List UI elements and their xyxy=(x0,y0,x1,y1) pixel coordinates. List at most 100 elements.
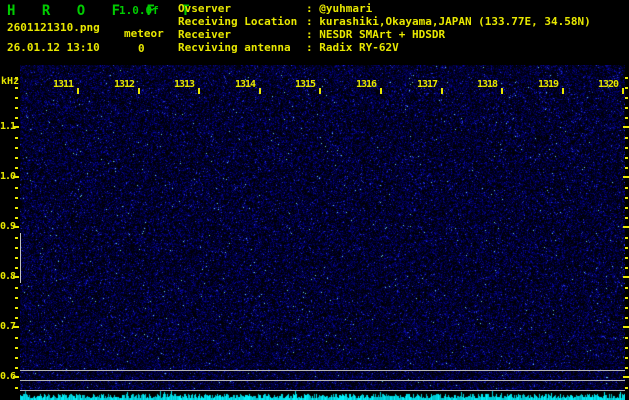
y-minor-tick-left xyxy=(15,287,18,289)
observer-info-block: Ovserver : @yuhmari Receiving Location : ku… xyxy=(178,2,591,54)
reference-line-2 xyxy=(20,380,625,381)
y-minor-tick-right xyxy=(625,257,628,259)
y-minor-tick-right xyxy=(625,217,628,219)
hrofft-screen: H R O F F T 1.0.0f 2601121310.png meteor… xyxy=(0,0,629,400)
y-minor-tick-left xyxy=(15,357,18,359)
y-minor-tick-left xyxy=(15,187,18,189)
y-major-tick-right xyxy=(623,276,629,278)
y-minor-tick-left xyxy=(15,97,18,99)
y-minor-tick-left xyxy=(15,157,18,159)
y-minor-tick-right xyxy=(625,107,628,109)
x-tick-mark xyxy=(622,88,624,94)
y-minor-tick-left xyxy=(15,107,18,109)
y-tick-label: 1.1 xyxy=(0,121,16,132)
y-minor-tick-right xyxy=(625,307,628,309)
info-value: : NESDR SMArt + HDSDR xyxy=(306,28,446,41)
y-minor-tick-right xyxy=(625,337,628,339)
y-major-tick-right xyxy=(623,176,629,178)
y-minor-tick-right xyxy=(625,287,628,289)
x-tick-mark xyxy=(441,88,443,94)
x-tick-mark xyxy=(198,88,200,94)
y-minor-tick-right xyxy=(625,317,628,319)
y-tick-label: 1.0 xyxy=(0,171,16,182)
x-tick-label: 1314 xyxy=(235,79,256,90)
info-value: : @yuhmari xyxy=(306,2,373,15)
x-tick-label: 1313 xyxy=(174,79,195,90)
y-minor-tick-right xyxy=(625,207,628,209)
y-minor-tick-left xyxy=(15,367,18,369)
y-minor-tick-left xyxy=(15,87,18,89)
y-minor-tick-left xyxy=(15,237,18,239)
y-minor-tick-left xyxy=(15,77,18,79)
y-major-tick-left xyxy=(13,126,19,128)
y-minor-tick-left xyxy=(15,167,18,169)
y-tick-label: 0.9 xyxy=(0,221,16,232)
y-minor-tick-left xyxy=(15,247,18,249)
y-minor-tick-left xyxy=(15,117,18,119)
observer-info-row: Ovserver : @yuhmari xyxy=(178,2,591,15)
x-tick-mark xyxy=(77,88,79,94)
y-major-tick-left xyxy=(13,326,19,328)
x-tick-label: 1312 xyxy=(114,79,135,90)
y-major-tick-left xyxy=(13,226,19,228)
y-minor-tick-right xyxy=(625,297,628,299)
y-minor-tick-left xyxy=(15,137,18,139)
y-minor-tick-left xyxy=(15,347,18,349)
meteor-count-label: meteor xyxy=(124,27,164,40)
reference-line-3 xyxy=(20,390,625,391)
y-minor-tick-left xyxy=(15,267,18,269)
y-minor-tick-right xyxy=(625,187,628,189)
x-tick-mark xyxy=(259,88,261,94)
y-major-tick-left xyxy=(13,276,19,278)
observer-info-row: Recviving antenna : Radix RY-62V xyxy=(178,41,591,54)
x-tick-mark xyxy=(138,88,140,94)
x-tick-label: 1311 xyxy=(53,79,74,90)
y-minor-tick-right xyxy=(625,367,628,369)
reference-line-1 xyxy=(20,370,625,371)
y-major-tick-left xyxy=(13,176,19,178)
y-major-tick-right xyxy=(623,126,629,128)
y-tick-label: 0.7 xyxy=(0,321,16,332)
y-minor-tick-right xyxy=(625,167,628,169)
app-version: 1.0.0f xyxy=(119,4,159,17)
observer-info-row: Receiver : NESDR SMArt + HDSDR xyxy=(178,28,591,41)
y-tick-label: 0.6 xyxy=(0,371,16,382)
y-major-tick-right xyxy=(623,376,629,378)
y-minor-tick-left xyxy=(15,307,18,309)
info-label: Ovserver xyxy=(178,2,231,15)
y-minor-tick-right xyxy=(625,97,628,99)
y-major-tick-left xyxy=(13,376,19,378)
info-value: : kurashiki,Okayama,JAPAN (133.77E, 34.5… xyxy=(306,15,591,28)
y-minor-tick-right xyxy=(625,267,628,269)
x-tick-label: 1315 xyxy=(295,79,316,90)
y-minor-tick-left xyxy=(15,317,18,319)
y-minor-tick-right xyxy=(625,357,628,359)
info-value: : Radix RY-62V xyxy=(306,41,399,54)
y-minor-tick-left xyxy=(15,297,18,299)
y-minor-tick-left xyxy=(15,257,18,259)
y-minor-tick-left xyxy=(15,197,18,199)
y-minor-tick-right xyxy=(625,117,628,119)
info-label: Receiving Location xyxy=(178,15,298,28)
y-major-tick-right xyxy=(623,326,629,328)
y-minor-tick-left xyxy=(15,207,18,209)
y-minor-tick-right xyxy=(625,77,628,79)
spectrogram-canvas xyxy=(20,65,625,400)
x-tick-label: 1316 xyxy=(356,79,377,90)
y-minor-tick-left xyxy=(15,387,18,389)
x-tick-mark xyxy=(562,88,564,94)
info-label: Receiver xyxy=(178,28,231,41)
y-minor-tick-right xyxy=(625,87,628,89)
y-minor-tick-right xyxy=(625,157,628,159)
info-label: Recviving antenna xyxy=(178,41,291,54)
y-minor-tick-left xyxy=(15,147,18,149)
y-minor-tick-right xyxy=(625,387,628,389)
x-tick-mark xyxy=(380,88,382,94)
file-name: 2601121310.png xyxy=(7,21,100,34)
x-tick-label: 1317 xyxy=(417,79,438,90)
scale-marker-line xyxy=(20,233,21,283)
meteor-count-value: 0 xyxy=(138,42,145,55)
y-tick-label: 0.8 xyxy=(0,271,16,282)
x-tick-label: 1319 xyxy=(538,79,559,90)
file-datetime: 26.01.12 13:10 xyxy=(7,41,100,54)
